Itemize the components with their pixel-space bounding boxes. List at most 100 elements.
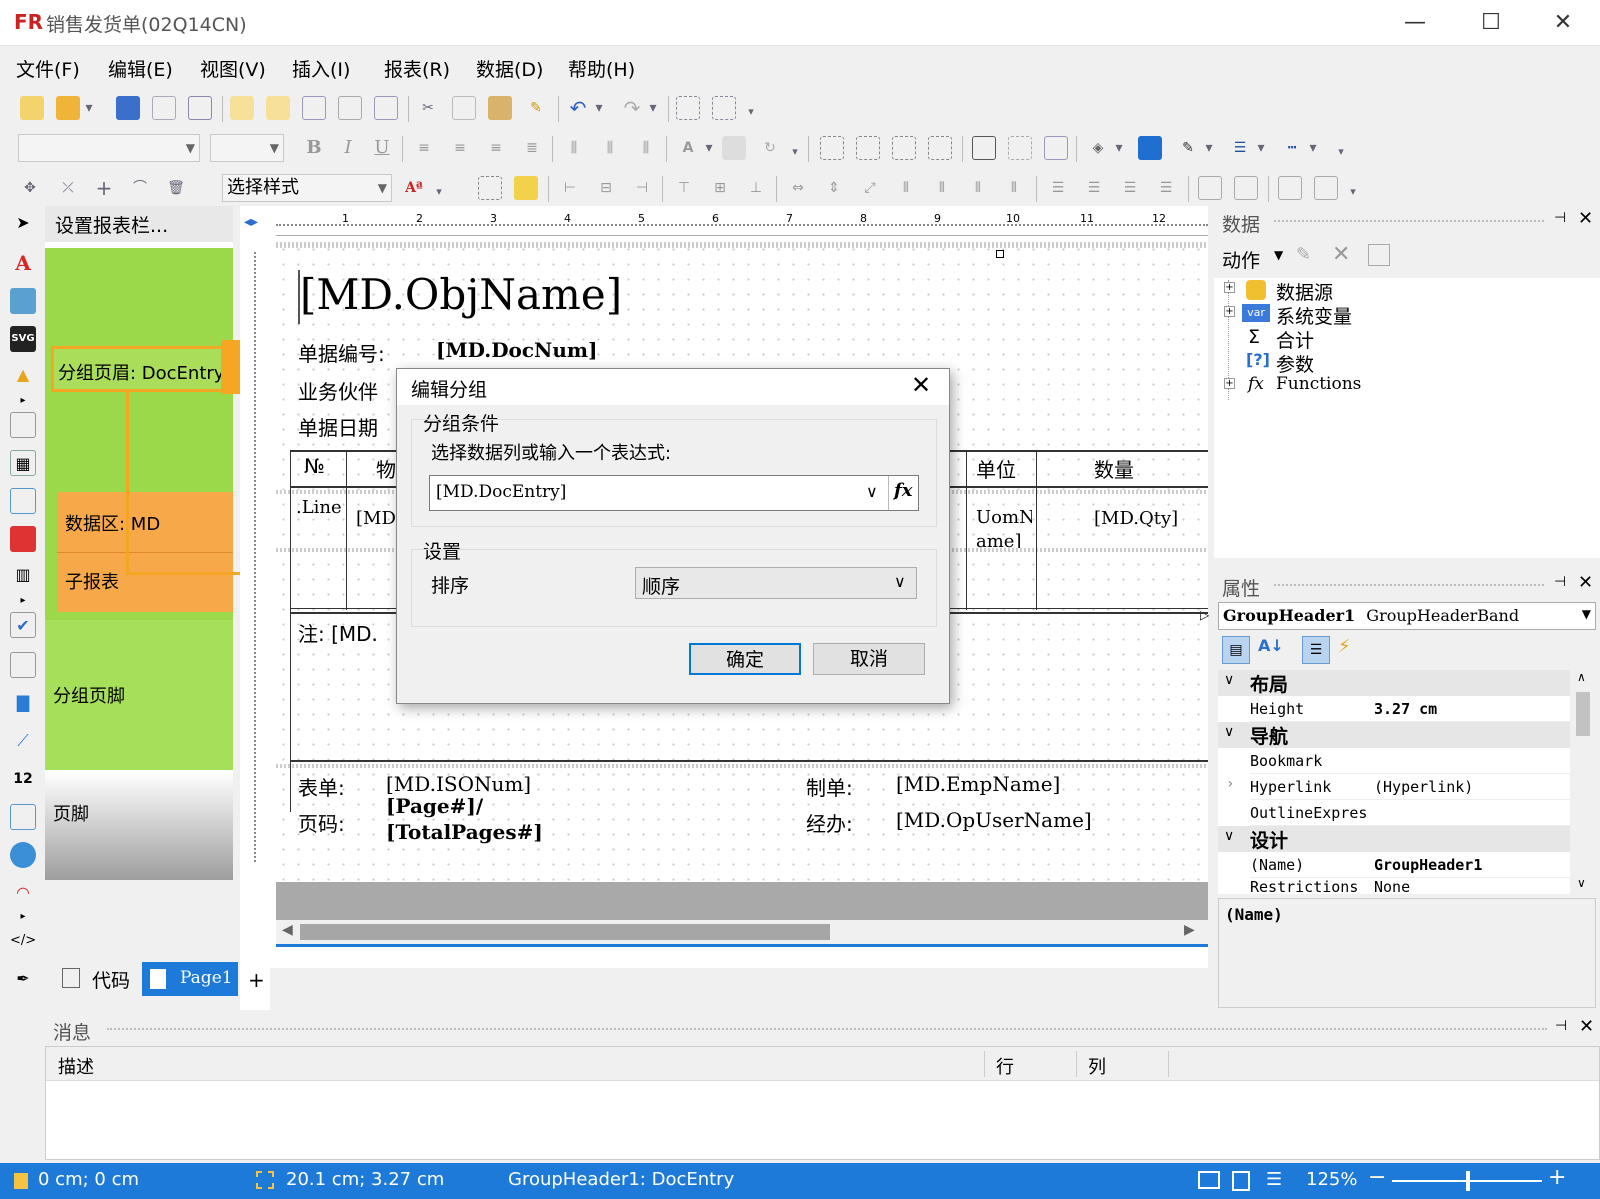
menu-report[interactable]: 报表(R) bbox=[384, 55, 450, 82]
menu-edit[interactable]: 编辑(E) bbox=[108, 55, 173, 82]
band-expand-icon[interactable]: ▷ bbox=[1200, 608, 1209, 622]
chart-object-icon[interactable]: ▇ bbox=[10, 690, 36, 716]
ok-button[interactable]: 确定 bbox=[689, 643, 801, 675]
ruler-toggle-icon[interactable]: ◂▸ bbox=[244, 214, 258, 230]
rotate-icon[interactable]: ↻ bbox=[758, 136, 782, 160]
col-column[interactable]: 列 bbox=[1088, 1053, 1106, 1079]
toolbar-overflow-icon[interactable]: ▾ bbox=[1334, 140, 1348, 164]
date-label[interactable]: 单据日期 bbox=[298, 412, 378, 441]
page-field[interactable]: [Page#]/ bbox=[386, 794, 483, 818]
col-no-header[interactable]: № bbox=[304, 454, 325, 478]
same-width-icon[interactable]: ⇔ bbox=[786, 176, 810, 200]
space-remove-icon[interactable]: ⫴ bbox=[1002, 176, 1026, 200]
col-description[interactable]: 描述 bbox=[58, 1053, 94, 1079]
page-settings-icon[interactable] bbox=[374, 96, 398, 120]
undo-icon[interactable]: ↶ bbox=[566, 96, 590, 120]
digital-signature-object-icon[interactable]: 12 bbox=[10, 766, 36, 792]
fill-swatch-icon[interactable] bbox=[1138, 136, 1162, 160]
border-settings-icon[interactable] bbox=[1044, 136, 1068, 160]
delete-icon[interactable]: ✕ bbox=[1332, 242, 1350, 267]
pin-icon[interactable]: ⊣ bbox=[1554, 574, 1566, 590]
border-none-icon[interactable] bbox=[1008, 136, 1032, 160]
edit-icon[interactable]: ✎ bbox=[1296, 244, 1311, 265]
save-icon[interactable] bbox=[116, 96, 140, 120]
align-right-edges-icon[interactable]: ⊣ bbox=[630, 176, 654, 200]
close-button[interactable]: ✕ bbox=[1540, 8, 1586, 38]
cell-line-num[interactable]: .LineN bbox=[296, 496, 342, 546]
paste-icon[interactable] bbox=[488, 96, 512, 120]
align-center-icon[interactable]: ≡ bbox=[448, 136, 472, 160]
barcode-object-icon[interactable]: ▥ bbox=[10, 562, 36, 588]
scroll-thumb[interactable] bbox=[300, 924, 830, 940]
table-object-icon[interactable]: ▦ bbox=[10, 450, 36, 476]
cancel-button[interactable]: 取消 bbox=[813, 643, 925, 675]
toolbar-overflow-icon[interactable]: ▾ bbox=[744, 100, 758, 124]
picture-object-icon[interactable] bbox=[10, 288, 36, 314]
select-pointer-icon[interactable]: ➤ bbox=[10, 210, 36, 236]
undo-dropdown-icon[interactable]: ▾ bbox=[592, 96, 606, 120]
handler-label[interactable]: 经办: bbox=[806, 808, 853, 837]
border-top-icon[interactable] bbox=[820, 136, 844, 160]
collapse-icon[interactable]: ∨ bbox=[1224, 724, 1234, 740]
border-right-icon[interactable] bbox=[928, 136, 952, 160]
add-point-icon[interactable]: + bbox=[92, 176, 116, 200]
align-centers-icon[interactable]: ⊟ bbox=[594, 176, 618, 200]
fill-dropdown-icon[interactable]: ▾ bbox=[1112, 136, 1126, 160]
actions-menu[interactable]: 动作 bbox=[1222, 246, 1260, 273]
menu-insert[interactable]: 插入(I) bbox=[292, 55, 350, 82]
tab-page1[interactable]: Page1 bbox=[142, 962, 238, 996]
font-style-icon[interactable]: Aª bbox=[402, 176, 426, 200]
note-field[interactable]: 注: [MD. bbox=[298, 618, 378, 647]
space-increase-icon[interactable]: ⫴ bbox=[930, 176, 954, 200]
maker-field[interactable]: [MD.EmpName] bbox=[896, 772, 1060, 796]
ungroup-icon[interactable] bbox=[712, 96, 736, 120]
menu-help[interactable]: 帮助(H) bbox=[568, 55, 635, 82]
space-horizontal-icon[interactable]: ⫴ bbox=[894, 176, 918, 200]
border-left-icon[interactable] bbox=[892, 136, 916, 160]
align-left-edges-icon[interactable]: ⊢ bbox=[558, 176, 582, 200]
matrix-object-icon[interactable] bbox=[10, 488, 36, 514]
font-name-combo[interactable]: ▼ bbox=[18, 134, 200, 162]
categorized-icon[interactable]: ▤ bbox=[1222, 636, 1250, 664]
redo-dropdown-icon[interactable]: ▾ bbox=[646, 96, 660, 120]
line-style-icon[interactable]: ┅ bbox=[1280, 136, 1304, 160]
minimize-button[interactable]: — bbox=[1392, 8, 1438, 38]
menu-data[interactable]: 数据(D) bbox=[476, 55, 543, 82]
same-size-icon[interactable]: ⤢ bbox=[858, 176, 882, 200]
center-horizontally-icon[interactable] bbox=[1198, 176, 1222, 200]
properties-icon[interactable] bbox=[1368, 244, 1390, 266]
align-lefts-icon[interactable] bbox=[478, 176, 502, 200]
space-decrease-icon[interactable]: ⫴ bbox=[966, 176, 990, 200]
delete-icon[interactable]: 🗑 bbox=[164, 176, 188, 200]
new-report-icon[interactable] bbox=[20, 96, 44, 120]
scroll-right-icon[interactable]: ▶ bbox=[1184, 922, 1195, 938]
valign-middle-icon[interactable]: ⫼ bbox=[598, 136, 622, 160]
center-vertically-icon[interactable] bbox=[1234, 176, 1258, 200]
curve-icon[interactable]: ⌒ bbox=[128, 176, 152, 200]
collapse-icon[interactable]: ∨ bbox=[1224, 828, 1234, 844]
panel-close-icon[interactable]: ✕ bbox=[1579, 1016, 1594, 1037]
zoom-slider-thumb[interactable] bbox=[1466, 1171, 1470, 1191]
properties-tab-icon[interactable]: ☰ bbox=[1302, 636, 1330, 664]
cut-icon[interactable]: ✂ bbox=[416, 96, 440, 120]
richtext-object-icon[interactable] bbox=[10, 526, 36, 552]
checkbox-object-icon[interactable]: ✔ bbox=[10, 612, 36, 638]
group-icon[interactable] bbox=[676, 96, 700, 120]
band-group-footer[interactable]: 分组页脚 bbox=[45, 620, 233, 770]
page-width-icon[interactable] bbox=[1232, 1171, 1250, 1191]
digital-signature-icon[interactable]: ✒ bbox=[10, 966, 36, 992]
col-row[interactable]: 行 bbox=[996, 1053, 1014, 1079]
zoom-out-button[interactable]: − bbox=[1368, 1165, 1386, 1190]
property-row[interactable]: Bookmark bbox=[1250, 748, 1570, 774]
panel-close-icon[interactable]: ✕ bbox=[1578, 208, 1593, 229]
band-page-footer[interactable]: 页脚 bbox=[45, 772, 233, 880]
line-chart-object-icon[interactable]: ⟋ bbox=[10, 728, 36, 754]
highlight-icon[interactable] bbox=[722, 136, 746, 160]
space-vertical-icon[interactable]: ☰ bbox=[1046, 176, 1070, 200]
col-unit-header[interactable]: 单位 bbox=[976, 454, 1016, 483]
object-selector-dropdown-icon[interactable]: ▼ bbox=[1582, 607, 1591, 621]
whole-page-icon[interactable]: ☰ bbox=[1266, 1169, 1282, 1190]
expression-combo[interactable]: [MD.DocEntry] ∨ fx bbox=[429, 475, 919, 511]
align-grid-icon[interactable] bbox=[514, 176, 538, 200]
scroll-down-icon[interactable]: ∨ bbox=[1577, 876, 1586, 890]
